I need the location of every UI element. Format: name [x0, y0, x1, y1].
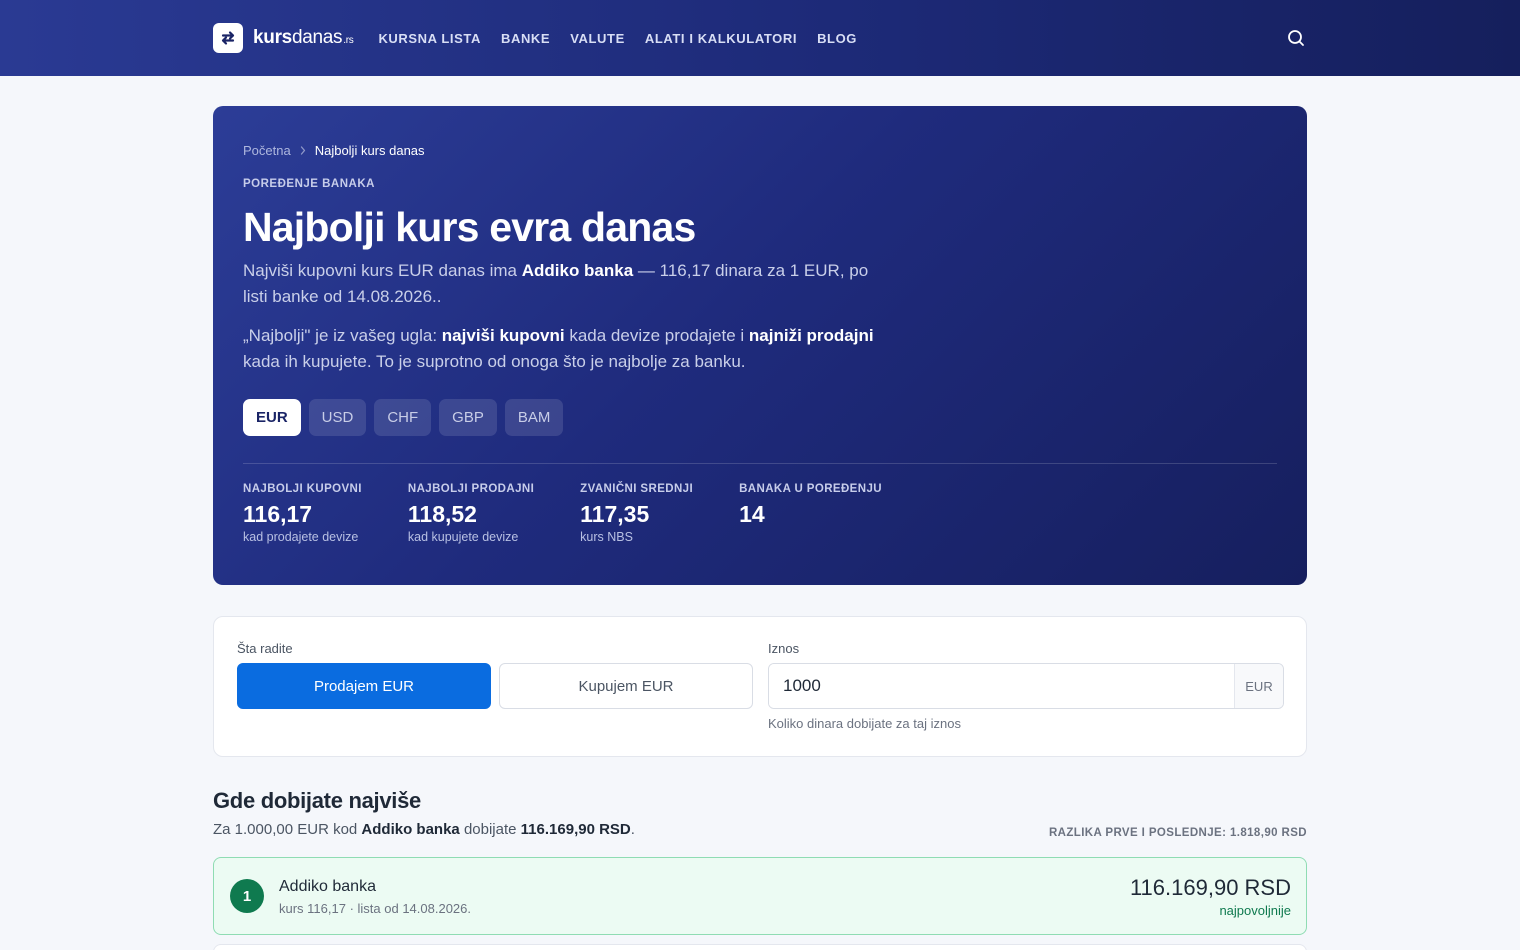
stat-best-selling: NAJBOLJI PRODAJNI 118,52 kad kupujete de… [408, 483, 534, 544]
logo-tld: .rs [343, 35, 354, 46]
breadcrumb-current: Najbolji kurs danas [314, 142, 425, 158]
sell-eur-button[interactable]: Prodajem EUR [237, 663, 491, 709]
currency-tab-eur[interactable]: EUR [243, 399, 301, 436]
currency-tab-gbp[interactable]: GBP [439, 399, 497, 436]
bank-result-row[interactable]: 1 Addiko banka kurs 116,17 · lista od 14… [213, 857, 1307, 935]
hero-explainer-bold-2: najniži prodajni [748, 326, 874, 345]
results-summary-text-3: . [630, 821, 635, 838]
logo-word-main: kurs [253, 27, 292, 48]
amount-input[interactable] [769, 664, 1234, 708]
stat-value: 117,35 [580, 501, 650, 527]
search-button[interactable] [1285, 27, 1307, 49]
results-title: Gde dobijate najviše [213, 788, 421, 813]
search-icon [1288, 30, 1304, 46]
buy-eur-button[interactable]: Kupujem EUR [499, 663, 753, 709]
results-summary-amount: 116.169,90 RSD [520, 821, 631, 838]
chevron-right-icon [300, 145, 306, 155]
amount-field-group: EUR [768, 663, 1284, 709]
hero-explainer-text-3: kada ih kupujete. To je suprotno od onog… [243, 352, 746, 371]
stat-value: 14 [739, 501, 765, 527]
top-navigation-bar: kursdanas.rs KURSNA LISTA BANKE VALUTE A… [0, 0, 1520, 76]
action-label: Šta radite [237, 641, 293, 656]
stat-caption: kad prodajete devize [243, 530, 359, 544]
currency-tabs: EUR USD CHF GBP BAM [243, 399, 1277, 436]
amount-label: Iznos [768, 641, 800, 656]
bank-result-row-next-partial [213, 944, 1307, 950]
hero-explainer-bold-1: najviši kupovni [441, 326, 565, 345]
stat-best-buying: NAJBOLJI KUPOVNI 116,17 kad prodajete de… [243, 483, 362, 544]
results-summary-text-2: dobijate [459, 821, 521, 838]
hero-explainer-text-2: kada devize prodajete i [564, 326, 749, 345]
stats-row: NAJBOLJI KUPOVNI 116,17 kad prodajete de… [243, 483, 1277, 544]
results-difference-note: RAZLIKA PRVE I POSLEDNJE: 1.818,90 RSD [1048, 827, 1307, 839]
results-summary-text-1: Za 1.000,00 EUR kod [213, 821, 362, 838]
hero-panel: Početna Najbolji kurs danas POREĐENJE BA… [213, 106, 1307, 585]
nav-item-valute[interactable]: VALUTE [570, 31, 625, 46]
hero-explainer-paragraph: „Najbolji" je iz vašeg ugla: najviši kup… [243, 323, 893, 375]
breadcrumb: Početna Najbolji kurs danas [243, 142, 1277, 158]
bank-name: Addiko banka [279, 878, 376, 895]
nav-item-blog[interactable]: BLOG [817, 31, 857, 46]
nav-item-kursna-lista[interactable]: KURSNA LISTA [378, 31, 481, 46]
rank-badge: 1 [230, 879, 264, 913]
nav-item-alati-i-kalkulatori[interactable]: ALATI I KALKULATORI [645, 31, 797, 46]
currency-tab-usd[interactable]: USD [308, 399, 367, 436]
hero-intro-bank: Addiko banka [521, 261, 634, 280]
breadcrumb-home-link[interactable]: Početna [243, 143, 291, 158]
stat-value: 116,17 [243, 501, 313, 527]
stat-official-middle: ZVANIČNI SREDNJI 117,35 kurs NBS [580, 483, 693, 544]
amount-currency-unit: EUR [1234, 664, 1283, 708]
hero-kicker: POREĐENJE BANAKA [243, 178, 375, 190]
main-menu: KURSNA LISTA BANKE VALUTE ALATI I KALKUL… [378, 31, 877, 46]
stat-label: BANAKA U POREĐENJU [739, 483, 882, 495]
stat-banks-compared: BANAKA U POREĐENJU 14 [739, 483, 882, 544]
amount-hint: Koliko dinara dobijate za taj iznos [768, 716, 961, 731]
bank-result-amount: 116.169,90 RSD [1129, 875, 1291, 900]
exchange-calculator-card: Šta radite Prodajem EUR Kupujem EUR Izno… [213, 616, 1307, 757]
top-navigation-inner: kursdanas.rs KURSNA LISTA BANKE VALUTE A… [213, 0, 1307, 76]
stat-caption: kurs NBS [580, 530, 633, 544]
results-summary: Za 1.000,00 EUR kod Addiko banka dobijat… [213, 821, 635, 838]
site-logo-link[interactable]: kursdanas.rs [213, 23, 354, 53]
logo-wordmark: kursdanas.rs [253, 27, 354, 49]
hero-intro-paragraph: Najviši kupovni kurs EUR danas ima Addik… [243, 258, 893, 310]
stat-label: ZVANIČNI SREDNJI [580, 483, 694, 495]
page-title: Najbolji kurs evra danas [243, 204, 696, 250]
stat-label: NAJBOLJI KUPOVNI [243, 483, 362, 495]
hero-divider [243, 463, 1277, 464]
stat-label: NAJBOLJI PRODAJNI [407, 483, 535, 495]
hero-explainer-text-1: „Najbolji" je iz vašeg ugla: [243, 326, 442, 345]
stat-caption: kad kupujete devize [407, 530, 519, 544]
nav-item-banke[interactable]: BANKE [501, 31, 550, 46]
currency-tab-chf[interactable]: CHF [374, 399, 432, 436]
best-offer-tag: najpovoljnije [1219, 903, 1291, 918]
currency-tab-bam[interactable]: BAM [504, 399, 564, 436]
exchange-arrows-icon [213, 23, 243, 53]
logo-word-light: danas [291, 27, 343, 48]
bank-rate-meta: kurs 116,17 · lista od 14.08.2026. [279, 901, 471, 916]
hero-intro-text-1: Najviši kupovni kurs EUR danas ima [243, 261, 522, 280]
results-summary-bank: Addiko banka [361, 821, 460, 838]
stat-value: 118,52 [407, 501, 477, 527]
